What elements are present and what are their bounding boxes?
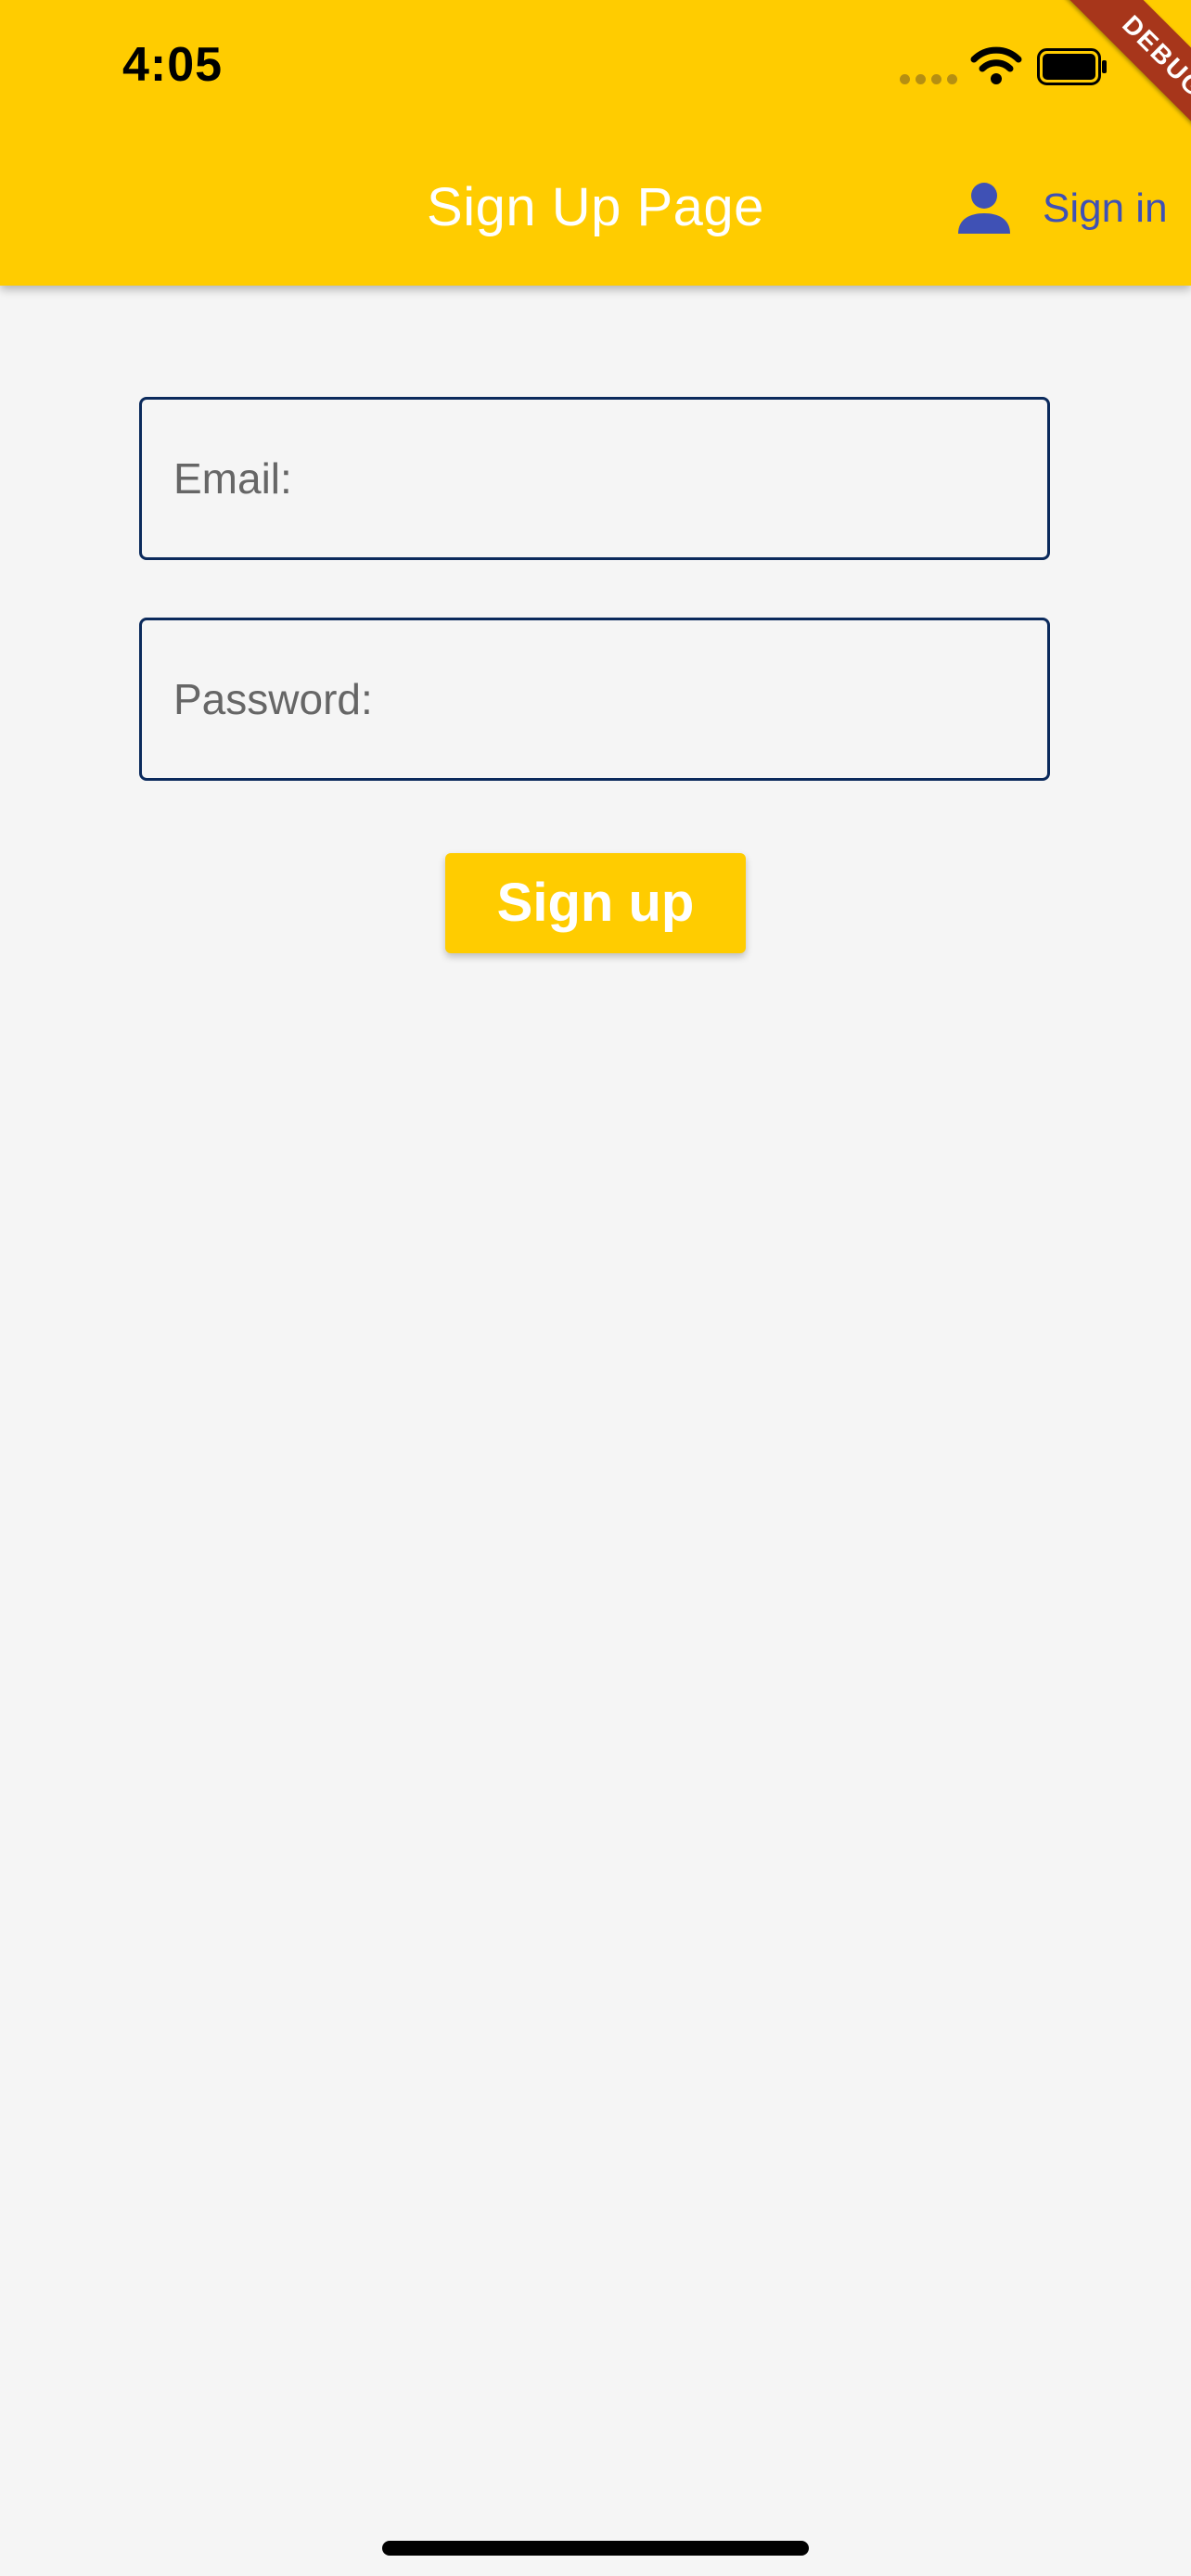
sign-in-label: Sign in xyxy=(1043,185,1168,231)
battery-icon xyxy=(1037,48,1107,85)
status-time: 4:05 xyxy=(122,38,224,92)
password-field[interactable] xyxy=(139,618,1050,781)
email-input[interactable] xyxy=(142,400,1047,557)
app-bar: 4:05 Sign Up Page Sign in DEBUG xyxy=(0,0,1191,286)
password-input[interactable] xyxy=(142,620,1047,778)
person-icon xyxy=(958,183,1010,234)
sign-up-button[interactable]: Sign up xyxy=(445,853,746,953)
sign-in-button[interactable]: Sign in xyxy=(955,178,1168,239)
email-field[interactable] xyxy=(139,397,1050,560)
home-indicator[interactable] xyxy=(382,2541,809,2556)
cellular-signal-icon xyxy=(900,74,959,85)
wifi-icon xyxy=(970,46,1022,84)
